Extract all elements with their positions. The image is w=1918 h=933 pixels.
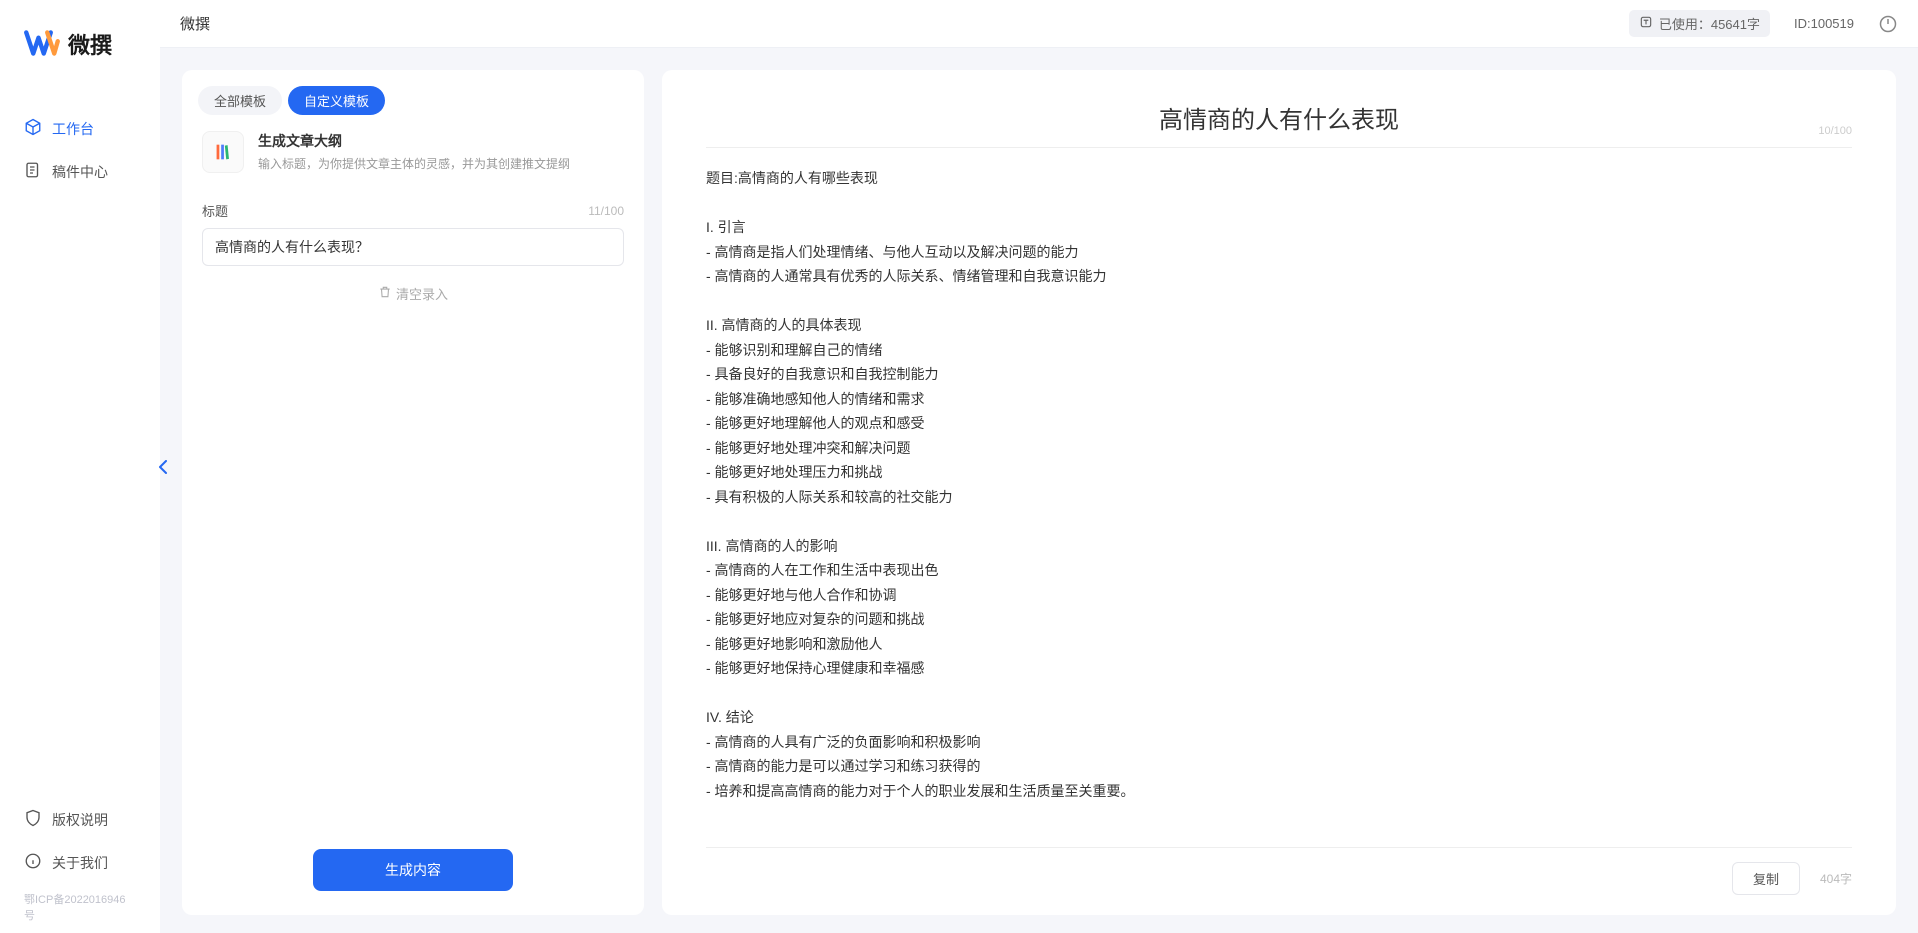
topbar-right: 已使用：45641字 ID:100519	[1629, 10, 1898, 37]
sidebar-bottom: 版权说明 关于我们	[0, 801, 160, 887]
output-title: 高情商的人有什么表现	[706, 100, 1852, 135]
generate-bar: 生成内容	[182, 833, 644, 915]
tabs: 全部模板 自定义模板	[182, 70, 644, 127]
logo-text: 微撰	[68, 28, 112, 60]
output-body[interactable]: 题目:高情商的人有哪些表现 I. 引言 - 高情商是指人们处理情绪、与他人互动以…	[662, 148, 1896, 847]
sidebar-item-about[interactable]: 关于我们	[12, 844, 148, 881]
word-count: 404字	[1820, 870, 1852, 887]
power-button[interactable]	[1878, 14, 1898, 34]
form-counter: 11/100	[588, 204, 624, 218]
generate-button[interactable]: 生成内容	[313, 849, 513, 891]
logo: 微撰	[0, 28, 160, 110]
usage-text: 已使用：45641字	[1659, 14, 1760, 33]
text-icon	[1639, 15, 1653, 32]
user-id: ID:100519	[1794, 16, 1854, 31]
tab-label: 自定义模板	[304, 94, 369, 109]
template-info: 生成文章大纲 输入标题，为你提供文章主体的灵感，并为其创建推文提纲	[258, 131, 624, 173]
clear-input-button[interactable]: 清空录入	[202, 284, 624, 303]
template-card[interactable]: 生成文章大纲 输入标题，为你提供文章主体的灵感，并为其创建推文提纲	[182, 127, 644, 191]
topbar: 微撰 已使用：45641字 ID:100519	[160, 0, 1918, 48]
template-icon	[202, 131, 244, 173]
icp-text: 鄂ICP备2022016946号	[0, 887, 160, 933]
tab-custom-templates[interactable]: 自定义模板	[288, 86, 385, 115]
info-icon	[24, 852, 42, 873]
shield-icon	[24, 809, 42, 830]
trash-icon	[378, 285, 392, 302]
sidebar-item-workspace[interactable]: 工作台	[12, 110, 148, 147]
form-label-title: 标题	[202, 201, 228, 220]
output-title-counter: 10/100	[1818, 125, 1852, 137]
template-desc: 输入标题，为你提供文章主体的灵感，并为其创建推文提纲	[258, 155, 624, 173]
generate-label: 生成内容	[385, 862, 441, 878]
sidebar-item-label: 稿件中心	[52, 162, 108, 182]
sidebar-item-copyright[interactable]: 版权说明	[12, 801, 148, 838]
tab-label: 全部模板	[214, 94, 266, 109]
topbar-title: 微撰	[180, 13, 210, 34]
copy-button[interactable]: 复制	[1732, 862, 1800, 895]
tab-all-templates[interactable]: 全部模板	[198, 86, 282, 115]
usage-pill[interactable]: 已使用：45641字	[1629, 10, 1770, 37]
panel-left: 全部模板 自定义模板 生成文章大纲 输入标题，为你提供文章主体的灵感，并为其创建…	[182, 70, 644, 915]
sidebar-item-label: 工作台	[52, 119, 94, 139]
panel-right: 高情商的人有什么表现 10/100 题目:高情商的人有哪些表现 I. 引言 - …	[662, 70, 1896, 915]
copy-label: 复制	[1753, 872, 1779, 887]
output-header: 高情商的人有什么表现 10/100	[662, 70, 1896, 143]
folder-icon	[24, 161, 42, 182]
sidebar-item-label: 关于我们	[52, 853, 108, 873]
nav: 工作台 稿件中心	[0, 110, 160, 190]
clear-label: 清空录入	[396, 284, 448, 303]
content: 全部模板 自定义模板 生成文章大纲 输入标题，为你提供文章主体的灵感，并为其创建…	[160, 48, 1918, 933]
form-area: 标题 11/100 清空录入	[182, 191, 644, 833]
template-title: 生成文章大纲	[258, 131, 624, 151]
title-input[interactable]	[202, 228, 624, 266]
main: 微撰 已使用：45641字 ID:100519 全部模板 自定义模板	[160, 0, 1918, 933]
sidebar: 微撰 工作台 稿件中心 版权说明 关于我们 鄂ICP备2022016946号	[0, 0, 160, 933]
logo-icon	[24, 29, 60, 60]
output-footer: 复制 404字	[706, 847, 1852, 915]
sidebar-item-label: 版权说明	[52, 810, 108, 830]
cube-icon	[24, 118, 42, 139]
sidebar-collapse-handle[interactable]	[156, 447, 170, 487]
sidebar-item-drafts[interactable]: 稿件中心	[12, 153, 148, 190]
